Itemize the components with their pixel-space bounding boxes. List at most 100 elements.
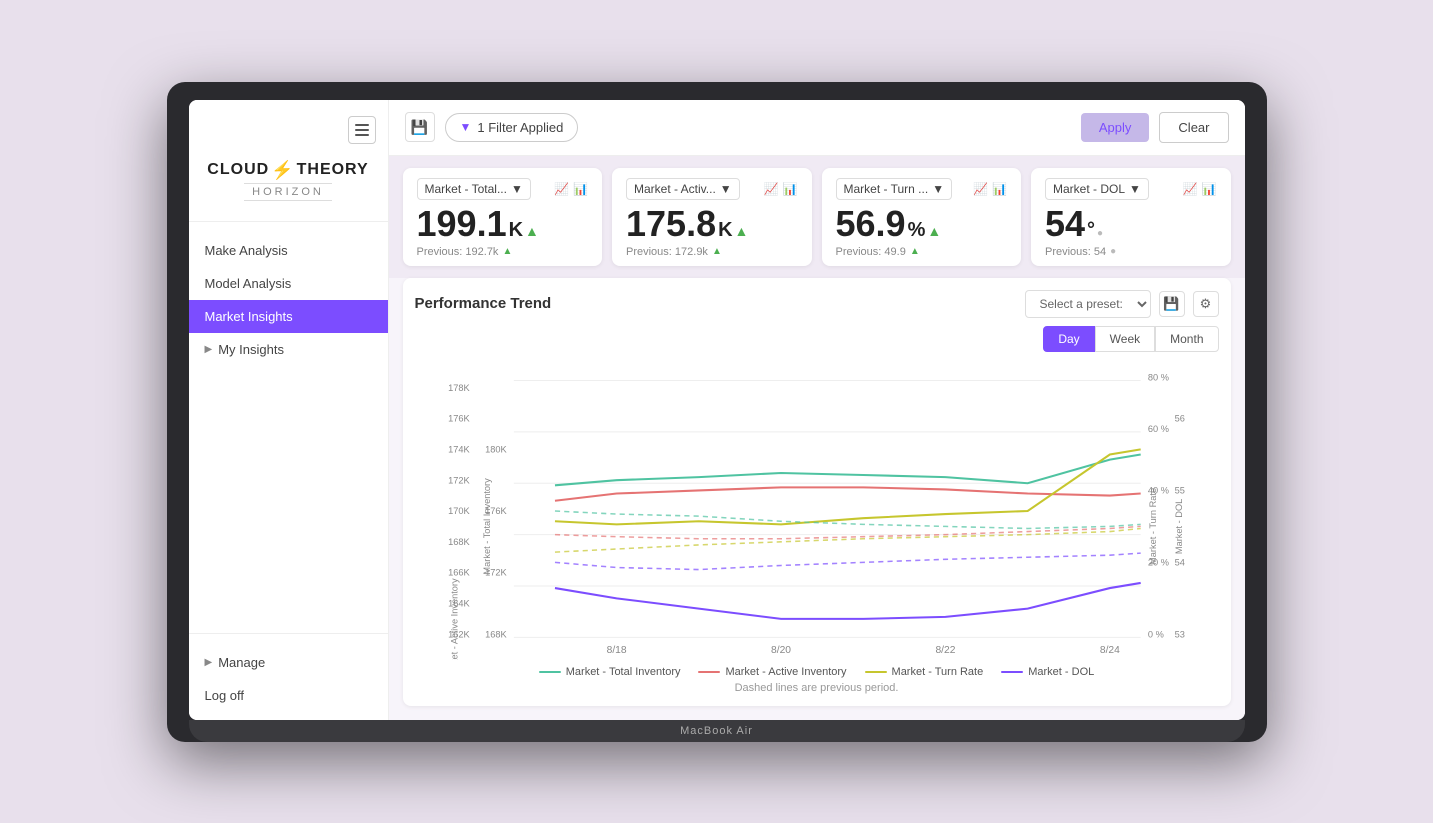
kpi-dropdown-dol[interactable]: Market - DOL ▼ xyxy=(1045,178,1149,200)
legend-item-turn-rate: Market - Turn Rate xyxy=(865,666,984,678)
logo-text-cloud: CLOUD xyxy=(207,161,269,179)
kpi-prev: Previous: 172.9k ▲ xyxy=(626,246,798,258)
kpi-prev: Previous: 49.9 ▲ xyxy=(836,246,1008,258)
performance-chart: 162K 164K 166K 168K 170K 172K 174K 176K … xyxy=(415,362,1219,660)
preset-select[interactable]: Select a preset: xyxy=(1025,290,1151,318)
line-chart-icon[interactable]: 📈 xyxy=(554,182,569,196)
chart-body: 162K 164K 166K 168K 170K 172K 174K 176K … xyxy=(415,362,1219,660)
trend-up-icon: ▲ xyxy=(735,224,749,238)
period-tab-day[interactable]: Day xyxy=(1043,326,1094,352)
kpi-prev: Previous: 192.7k ▲ xyxy=(417,246,589,258)
bar-chart-icon[interactable]: 📊 xyxy=(573,182,588,196)
chevron-down-icon: ▼ xyxy=(511,182,523,196)
period-tab-week[interactable]: Week xyxy=(1095,326,1155,352)
kpi-unit: % xyxy=(908,220,926,240)
logo-main: CLOUD ⚡ THEORY xyxy=(207,160,368,181)
svg-text:55: 55 xyxy=(1174,485,1184,495)
filter-badge[interactable]: ▼ 1 Filter Applied xyxy=(445,113,579,142)
legend-label: Market - Total Inventory xyxy=(566,666,681,678)
chart-controls: Select a preset: 💾 ⚙ xyxy=(1025,290,1219,318)
kpi-card-total-inventory: Market - Total... ▼ 📈 📊 199.1 K ▲ xyxy=(403,168,603,266)
filter-label: 1 Filter Applied xyxy=(477,120,563,135)
chart-legend: Market - Total Inventory Market - Active… xyxy=(415,666,1219,678)
sidebar-item-market-insights[interactable]: Market Insights xyxy=(189,300,388,333)
sidebar-item-label: Log off xyxy=(205,688,245,703)
kpi-value-active-inventory: 175.8 K ▲ xyxy=(626,206,798,242)
svg-text:Market - Turn Rate: Market - Turn Rate xyxy=(1148,487,1158,564)
kpi-dropdown-label: Market - DOL xyxy=(1053,182,1125,196)
sidebar-item-log-off[interactable]: Log off xyxy=(189,679,388,712)
svg-text:Market - Active Inventory: Market - Active Inventory xyxy=(449,577,459,659)
svg-text:176K: 176K xyxy=(448,413,470,423)
legend-color xyxy=(1001,671,1023,673)
bar-chart-icon[interactable]: 📊 xyxy=(783,182,798,196)
bar-chart-icon[interactable]: 📊 xyxy=(1202,182,1217,196)
sidebar-item-model-analysis[interactable]: Model Analysis xyxy=(189,267,388,300)
kpi-card-header: Market - Activ... ▼ 📈 📊 xyxy=(626,178,798,200)
sidebar-item-label: My Insights xyxy=(218,342,284,357)
trend-up-icon: ▲ xyxy=(525,224,539,238)
bar-chart-icon[interactable]: 📊 xyxy=(992,182,1007,196)
svg-text:174K: 174K xyxy=(448,444,470,454)
sidebar-item-label: Make Analysis xyxy=(205,243,288,258)
kpi-unit: ° xyxy=(1087,220,1095,240)
sidebar-item-label: Market Insights xyxy=(205,309,293,324)
line-chart-icon[interactable]: 📈 xyxy=(1183,182,1198,196)
sidebar-item-my-insights[interactable]: ▶ My Insights xyxy=(189,333,388,366)
laptop-screen: CLOUD ⚡ THEORY HORIZON Make Analysis Mod… xyxy=(189,100,1245,720)
legend-label: Market - Active Inventory xyxy=(725,666,846,678)
period-tabs: Day Week Month xyxy=(1043,326,1218,352)
kpi-dropdown-total-inventory[interactable]: Market - Total... ▼ xyxy=(417,178,531,200)
clear-button[interactable]: Clear xyxy=(1159,112,1228,143)
kpi-number: 199.1 xyxy=(417,206,507,242)
chevron-right-icon: ▶ xyxy=(205,344,213,355)
prev-trend-icon: ▲ xyxy=(502,246,512,257)
period-tab-month[interactable]: Month xyxy=(1155,326,1218,352)
kpi-dropdown-active-inventory[interactable]: Market - Activ... ▼ xyxy=(626,178,740,200)
prev-label: Previous: 49.9 xyxy=(836,246,906,258)
kpi-value-dol: 54 ° ● xyxy=(1045,206,1217,242)
chevron-right-icon: ▶ xyxy=(205,657,213,668)
sidebar-item-make-analysis[interactable]: Make Analysis xyxy=(189,234,388,267)
kpi-card-header: Market - DOL ▼ 📈 📊 xyxy=(1045,178,1217,200)
chevron-down-icon: ▼ xyxy=(720,182,732,196)
settings-chart-button[interactable]: ⚙ xyxy=(1193,291,1219,317)
chevron-down-icon: ▼ xyxy=(932,182,944,196)
svg-text:168K: 168K xyxy=(448,536,470,546)
kpi-card-turn-rate: Market - Turn ... ▼ 📈 📊 56.9 % ▲ xyxy=(822,168,1022,266)
bolt-icon: ⚡ xyxy=(271,160,294,181)
svg-text:56: 56 xyxy=(1174,413,1184,423)
legend-label: Market - DOL xyxy=(1028,666,1094,678)
apply-button[interactable]: Apply xyxy=(1081,113,1150,142)
svg-text:168K: 168K xyxy=(485,629,507,639)
line-chart-icon[interactable]: 📈 xyxy=(973,182,988,196)
kpi-icons: 📈 📊 xyxy=(973,182,1007,196)
sidebar-item-manage[interactable]: ▶ Manage xyxy=(189,646,388,679)
kpi-card-dol: Market - DOL ▼ 📈 📊 54 ° ● xyxy=(1031,168,1231,266)
svg-text:Market - DOL: Market - DOL xyxy=(1173,498,1183,553)
hamburger-button[interactable] xyxy=(348,116,376,144)
chart-area: Performance Trend Select a preset: 💾 ⚙ xyxy=(403,278,1231,706)
hamburger-icon xyxy=(355,124,369,136)
svg-text:166K: 166K xyxy=(448,567,470,577)
kpi-dropdown-turn-rate[interactable]: Market - Turn ... ▼ xyxy=(836,178,953,200)
kpi-number: 175.8 xyxy=(626,206,716,242)
kpi-dropdown-label: Market - Total... xyxy=(425,182,507,196)
line-chart-icon[interactable]: 📈 xyxy=(764,182,779,196)
prev-trend-icon: ● xyxy=(1110,246,1116,257)
toolbar: 💾 ▼ 1 Filter Applied Apply Clear xyxy=(389,100,1245,156)
sidebar-item-label: Manage xyxy=(218,655,265,670)
svg-text:60 %: 60 % xyxy=(1147,423,1168,433)
svg-text:170K: 170K xyxy=(448,506,470,516)
main-content: 💾 ▼ 1 Filter Applied Apply Clear Market … xyxy=(389,100,1245,720)
legend-color xyxy=(539,671,561,673)
logo-sub: HORIZON xyxy=(244,183,332,201)
sidebar-item-label: Model Analysis xyxy=(205,276,292,291)
sidebar-header xyxy=(189,100,388,152)
svg-text:53: 53 xyxy=(1174,629,1184,639)
save-chart-button[interactable]: 💾 xyxy=(1159,291,1185,317)
svg-text:180K: 180K xyxy=(485,444,507,454)
save-button[interactable]: 💾 xyxy=(405,112,435,142)
svg-text:178K: 178K xyxy=(448,382,470,392)
kpi-unit: K xyxy=(718,220,732,240)
